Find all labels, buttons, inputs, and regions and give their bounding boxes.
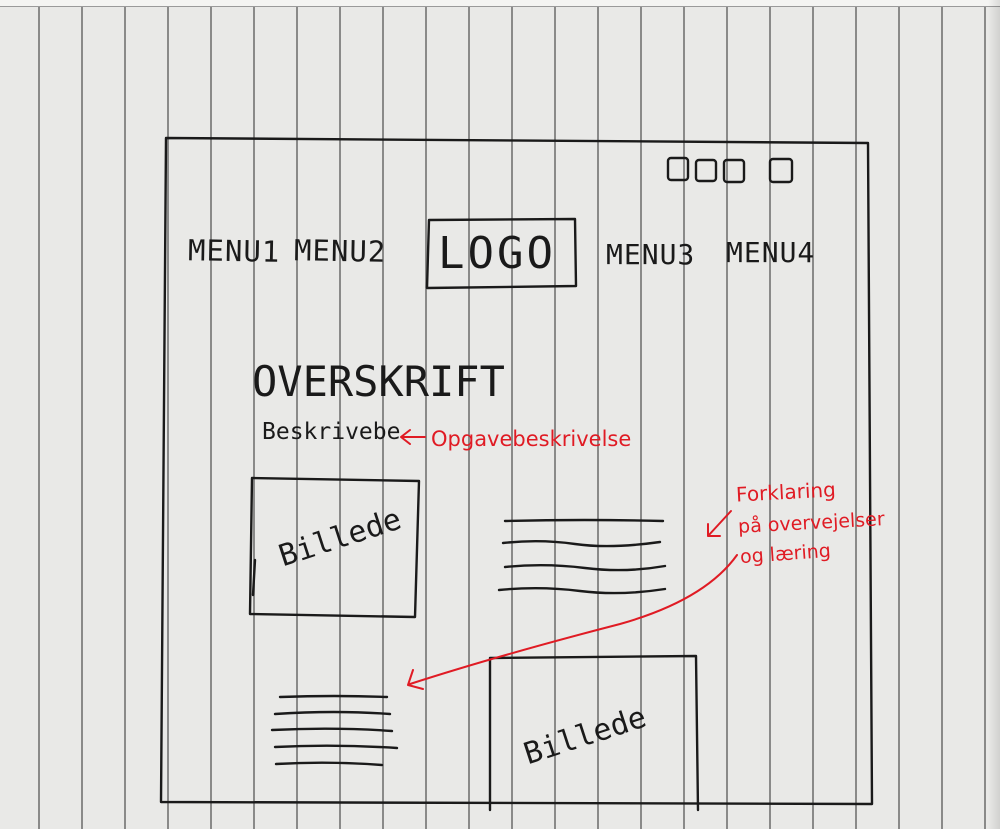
text-lines-1 [497,518,667,595]
logo[interactable]: LOGO [438,228,556,279]
annotation-task-description: Opgavebeskrivelse [431,427,632,451]
square-icon [694,158,718,183]
wireframe-sketch [159,136,874,812]
square-icon [722,158,746,184]
arrow-to-image-text [707,510,732,537]
menu-item-3[interactable]: MENU3 [606,238,695,271]
text-lines-2 [270,694,399,767]
page-description: Beskrivebe [262,419,401,445]
page-heading: OVERSKRIFT [252,357,505,406]
square-icon [666,156,690,182]
menu-item-2[interactable]: MENU2 [294,233,387,269]
arrow-to-description [400,429,426,445]
menu-item-4[interactable]: MENU4 [726,236,815,269]
menu-item-1[interactable]: MENU1 [188,233,281,269]
arrow-to-text-block [407,554,738,690]
social-icons [666,156,794,184]
square-icon [768,157,794,184]
